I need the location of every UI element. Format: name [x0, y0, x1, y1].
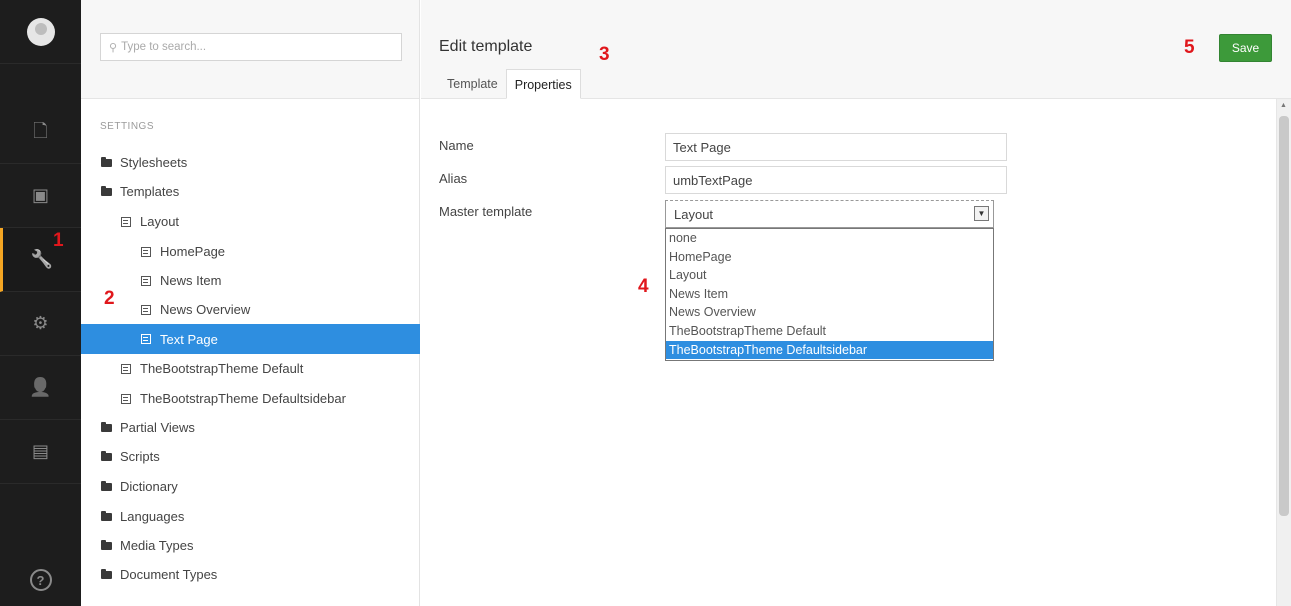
members-card-icon[interactable]: ▤	[32, 442, 49, 461]
master-template-label: Master template	[439, 204, 533, 219]
folder-icon	[100, 539, 112, 550]
user-avatar-slot[interactable]	[0, 0, 81, 64]
folder-icon	[100, 510, 112, 521]
tree-item-label: Document Types	[120, 567, 218, 582]
tree-item-dictionary[interactable]: Dictionary	[81, 472, 420, 501]
master-template-select[interactable]: Layout ▼	[665, 200, 994, 228]
search-box[interactable]: ⚲	[100, 33, 402, 61]
tree-item-label: Languages	[120, 509, 185, 524]
template-icon	[140, 304, 152, 315]
members-section[interactable]: ▤	[0, 420, 81, 484]
tree-item-label: HomePage	[160, 244, 226, 259]
tree-item-document-types[interactable]: Document Types	[81, 560, 420, 589]
tree-item-label: Scripts	[120, 449, 160, 464]
tree-item-homepage[interactable]: HomePage	[81, 237, 420, 266]
content-section[interactable]: 🗋	[0, 100, 81, 164]
settings-section[interactable]: 🔧	[0, 228, 81, 292]
tree-item-label: Media Types	[120, 538, 194, 553]
tree-item-label: Partial Views	[120, 420, 195, 435]
folder-icon	[100, 450, 112, 461]
developer-gear-icon[interactable]: ⚙	[32, 314, 48, 333]
tree-item-label: Stylesheets	[120, 155, 188, 170]
alias-field[interactable]	[665, 166, 1007, 194]
tree-section-label: SETTINGS	[100, 121, 155, 132]
settings-wrench-icon[interactable]: 🔧	[31, 250, 53, 269]
tree-item-news-item[interactable]: News Item	[81, 266, 420, 295]
chevron-down-icon[interactable]: ▼	[974, 206, 989, 221]
tree-item-label: TheBootstrapTheme Default	[140, 361, 304, 376]
tab-template[interactable]: Template	[439, 69, 506, 99]
template-editor: Edit template Template Properties Save N…	[421, 0, 1291, 606]
tree-item-label: News Item	[160, 273, 222, 288]
tree-header: ⚲	[81, 0, 419, 99]
tree-item-label: News Overview	[160, 302, 251, 317]
template-icon	[140, 275, 152, 286]
help-section[interactable]: ?	[0, 548, 81, 606]
name-label: Name	[439, 138, 474, 153]
tree-item-media-types[interactable]: Media Types	[81, 531, 420, 560]
annotation-marker-1: 1	[53, 230, 64, 251]
tree-item-bootstrap-default[interactable]: TheBootstrapTheme Default	[81, 354, 420, 383]
section-sidebar: 🗋 ▣ 🔧 ⚙ 👤 ▤ ?	[0, 0, 81, 606]
template-icon	[120, 363, 132, 374]
dropdown-option[interactable]: TheBootstrapTheme Default	[666, 322, 993, 341]
content-icon[interactable]: 🗋	[33, 122, 47, 141]
tree-item-label: Templates	[120, 184, 180, 199]
tree-item-layout[interactable]: Layout	[81, 207, 420, 236]
user-avatar[interactable]	[26, 17, 55, 46]
folder-icon	[100, 185, 112, 196]
dropdown-option[interactable]: none	[666, 229, 993, 248]
help-icon[interactable]: ?	[29, 569, 52, 591]
page-title: Edit template	[439, 38, 533, 55]
save-button[interactable]: Save	[1219, 34, 1272, 62]
tree-item-stylesheets[interactable]: Stylesheets	[81, 148, 420, 177]
tree-item-bootstrap-defaultsidebar[interactable]: TheBootstrapTheme Defaultsidebar	[81, 384, 420, 413]
annotation-marker-3: 3	[599, 44, 610, 65]
annotation-marker-5: 5	[1184, 37, 1195, 58]
scroll-thumb[interactable]	[1279, 116, 1289, 516]
tree-item-partial-views[interactable]: Partial Views	[81, 413, 420, 442]
tab-properties[interactable]: Properties	[505, 69, 581, 99]
tree-item-news-overview[interactable]: News Overview	[81, 295, 420, 324]
dropdown-option[interactable]: Layout	[666, 266, 993, 285]
folder-icon	[100, 568, 112, 579]
dropdown-option-highlighted[interactable]: TheBootstrapTheme Defaultsidebar	[666, 340, 993, 360]
template-icon	[120, 393, 132, 404]
media-section[interactable]: ▣	[0, 164, 81, 228]
dropdown-option[interactable]: News Item	[666, 285, 993, 304]
dropdown-option[interactable]: News Overview	[666, 303, 993, 322]
master-template-dropdown: none HomePage Layout News Item News Over…	[665, 228, 994, 361]
tree-item-label: Layout	[140, 214, 180, 229]
search-icon: ⚲	[109, 41, 118, 54]
annotation-marker-4: 4	[638, 276, 649, 297]
template-icon	[120, 216, 132, 227]
tree-item-label: TheBootstrapTheme Defaultsidebar	[140, 391, 346, 406]
tree-item-label: Dictionary	[120, 479, 178, 494]
search-input[interactable]	[121, 41, 372, 53]
name-field[interactable]	[665, 133, 1007, 161]
folder-icon	[100, 480, 112, 491]
editor-tabs: Template Properties	[439, 69, 581, 99]
editor-header: Edit template Template Properties Save	[421, 0, 1291, 99]
folder-icon	[100, 156, 112, 167]
tree-item-text-page[interactable]: Text Page	[81, 324, 420, 354]
template-icon	[140, 246, 152, 257]
users-section[interactable]: 👤	[0, 356, 81, 420]
dropdown-option[interactable]: HomePage	[666, 248, 993, 267]
alias-label: Alias	[439, 171, 468, 186]
tree-item-templates[interactable]: Templates	[81, 177, 420, 206]
template-icon	[140, 334, 152, 344]
annotation-marker-2: 2	[104, 288, 115, 309]
developer-section[interactable]: ⚙	[0, 292, 81, 356]
scroll-up-icon[interactable]: ▲	[1280, 102, 1287, 109]
editor-scrollbar[interactable]: ▲	[1276, 99, 1291, 606]
tree-item-languages[interactable]: Languages	[81, 502, 420, 531]
tree-item-scripts[interactable]: Scripts	[81, 442, 420, 471]
folder-icon	[100, 421, 112, 432]
media-icon[interactable]: ▣	[32, 186, 49, 205]
tree-item-label: Text Page	[160, 331, 218, 347]
users-icon[interactable]: 👤	[29, 378, 51, 397]
settings-tree-panel: ⚲ SETTINGS Stylesheets Templates Layout …	[81, 0, 420, 606]
master-template-value: Layout	[674, 206, 714, 222]
